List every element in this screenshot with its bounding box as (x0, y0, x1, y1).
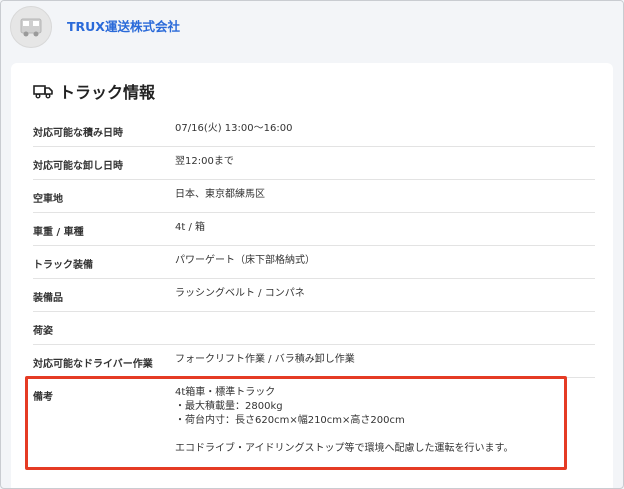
row-packing: 荷姿 (33, 312, 595, 345)
row-value: 4t / 箱 (175, 222, 206, 233)
header: TRUX運送株式会社 (1, 1, 623, 53)
row-label: トラック装備 (33, 260, 93, 271)
section-title: トラック情報 (33, 79, 155, 103)
row-unloading-datetime: 対応可能な卸し日時 翌12:00まで (33, 147, 595, 180)
row-loading-datetime: 対応可能な積み日時 07/16(火) 13:00〜16:00 (33, 113, 595, 147)
row-label: 対応可能なドライバー作業 (33, 359, 153, 370)
row-value: フォークリフト作業 / バラ積み卸し作業 (175, 354, 355, 365)
row-value: パワーゲート（床下部格納式） (175, 255, 315, 266)
app-window: TRUX運送株式会社 トラック情報 対応可能な積み日時 07/16(火) 13:… (0, 0, 624, 489)
row-value: 07/16(火) 13:00〜16:00 (175, 123, 293, 134)
row-label: 荷姿 (33, 326, 53, 337)
row-label: 対応可能な卸し日時 (33, 161, 123, 172)
notes-highlight-box (25, 376, 567, 470)
row-accessories: 装備品 ラッシングベルト / コンパネ (33, 279, 595, 312)
row-value: 翌12:00まで (175, 156, 234, 167)
row-label: 車重 / 車種 (33, 227, 84, 238)
truck-icon (20, 18, 42, 37)
row-label: 対応可能な積み日時 (33, 128, 123, 139)
row-empty-location: 空車地 日本、東京都練馬区 (33, 180, 595, 213)
row-value: 日本、東京都練馬区 (175, 189, 265, 200)
truck-icon (33, 85, 53, 99)
row-driver-work: 対応可能なドライバー作業 フォークリフト作業 / バラ積み卸し作業 (33, 345, 595, 378)
company-name-link[interactable]: TRUX運送株式会社 (67, 16, 180, 35)
section-title-text: トラック情報 (59, 83, 156, 102)
row-value: ラッシングベルト / コンパネ (175, 288, 305, 299)
row-label: 空車地 (33, 194, 63, 205)
company-avatar[interactable] (10, 6, 52, 48)
row-weight-type: 車重 / 車種 4t / 箱 (33, 213, 595, 246)
row-truck-equipment: トラック装備 パワーゲート（床下部格納式） (33, 246, 595, 279)
row-label: 装備品 (33, 293, 63, 304)
